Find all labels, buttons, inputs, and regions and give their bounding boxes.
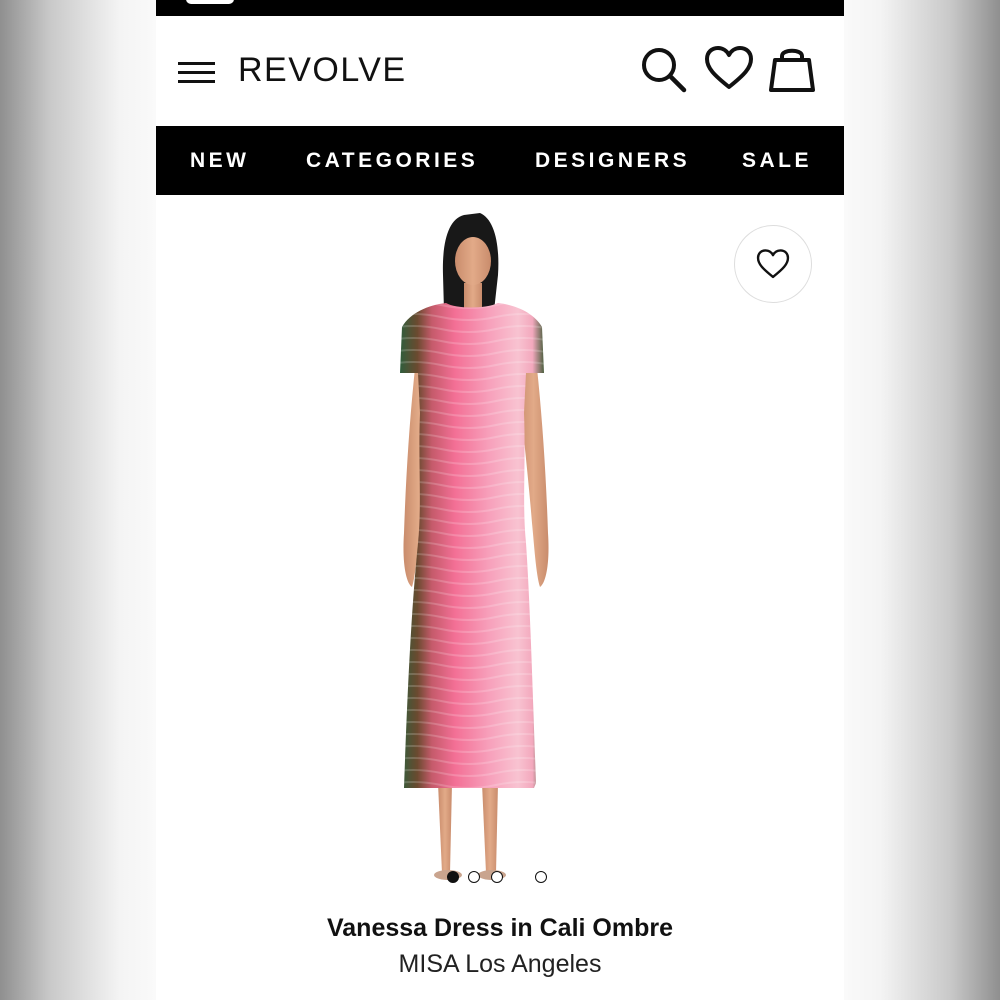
category-nav: NEW CATEGORIES DESIGNERS SALE xyxy=(156,126,844,195)
carousel-dot[interactable] xyxy=(491,871,503,883)
heart-icon[interactable] xyxy=(704,44,754,94)
site-logo[interactable]: REVOLVE xyxy=(238,50,407,90)
search-icon[interactable] xyxy=(638,44,688,94)
carousel-dot[interactable] xyxy=(468,871,480,883)
shopping-bag-icon[interactable] xyxy=(767,44,817,94)
status-indicator xyxy=(186,0,234,4)
product-photo[interactable] xyxy=(386,203,606,893)
status-bar xyxy=(156,0,844,16)
heart-icon xyxy=(756,249,790,279)
menu-icon[interactable] xyxy=(178,59,216,85)
carousel-dot[interactable] xyxy=(447,871,459,883)
wishlist-button[interactable] xyxy=(734,225,812,303)
nav-item-new[interactable]: NEW xyxy=(190,150,250,172)
product-title: Vanessa Dress in Cali Ombre xyxy=(326,914,673,942)
product-brand-link[interactable]: MISA Los Angeles xyxy=(156,948,844,980)
product-image-area xyxy=(156,195,844,895)
carousel-dot[interactable] xyxy=(535,871,547,883)
nav-item-categories[interactable]: CATEGORIES xyxy=(306,150,478,172)
app-screen: REVOLVE NEW CATEGORIES DESIGNERS SALE Va… xyxy=(156,0,844,1000)
nav-item-sale[interactable]: SALE xyxy=(742,150,812,172)
nav-item-designers[interactable]: DESIGNERS xyxy=(535,150,690,172)
site-header: REVOLVE xyxy=(156,16,844,126)
